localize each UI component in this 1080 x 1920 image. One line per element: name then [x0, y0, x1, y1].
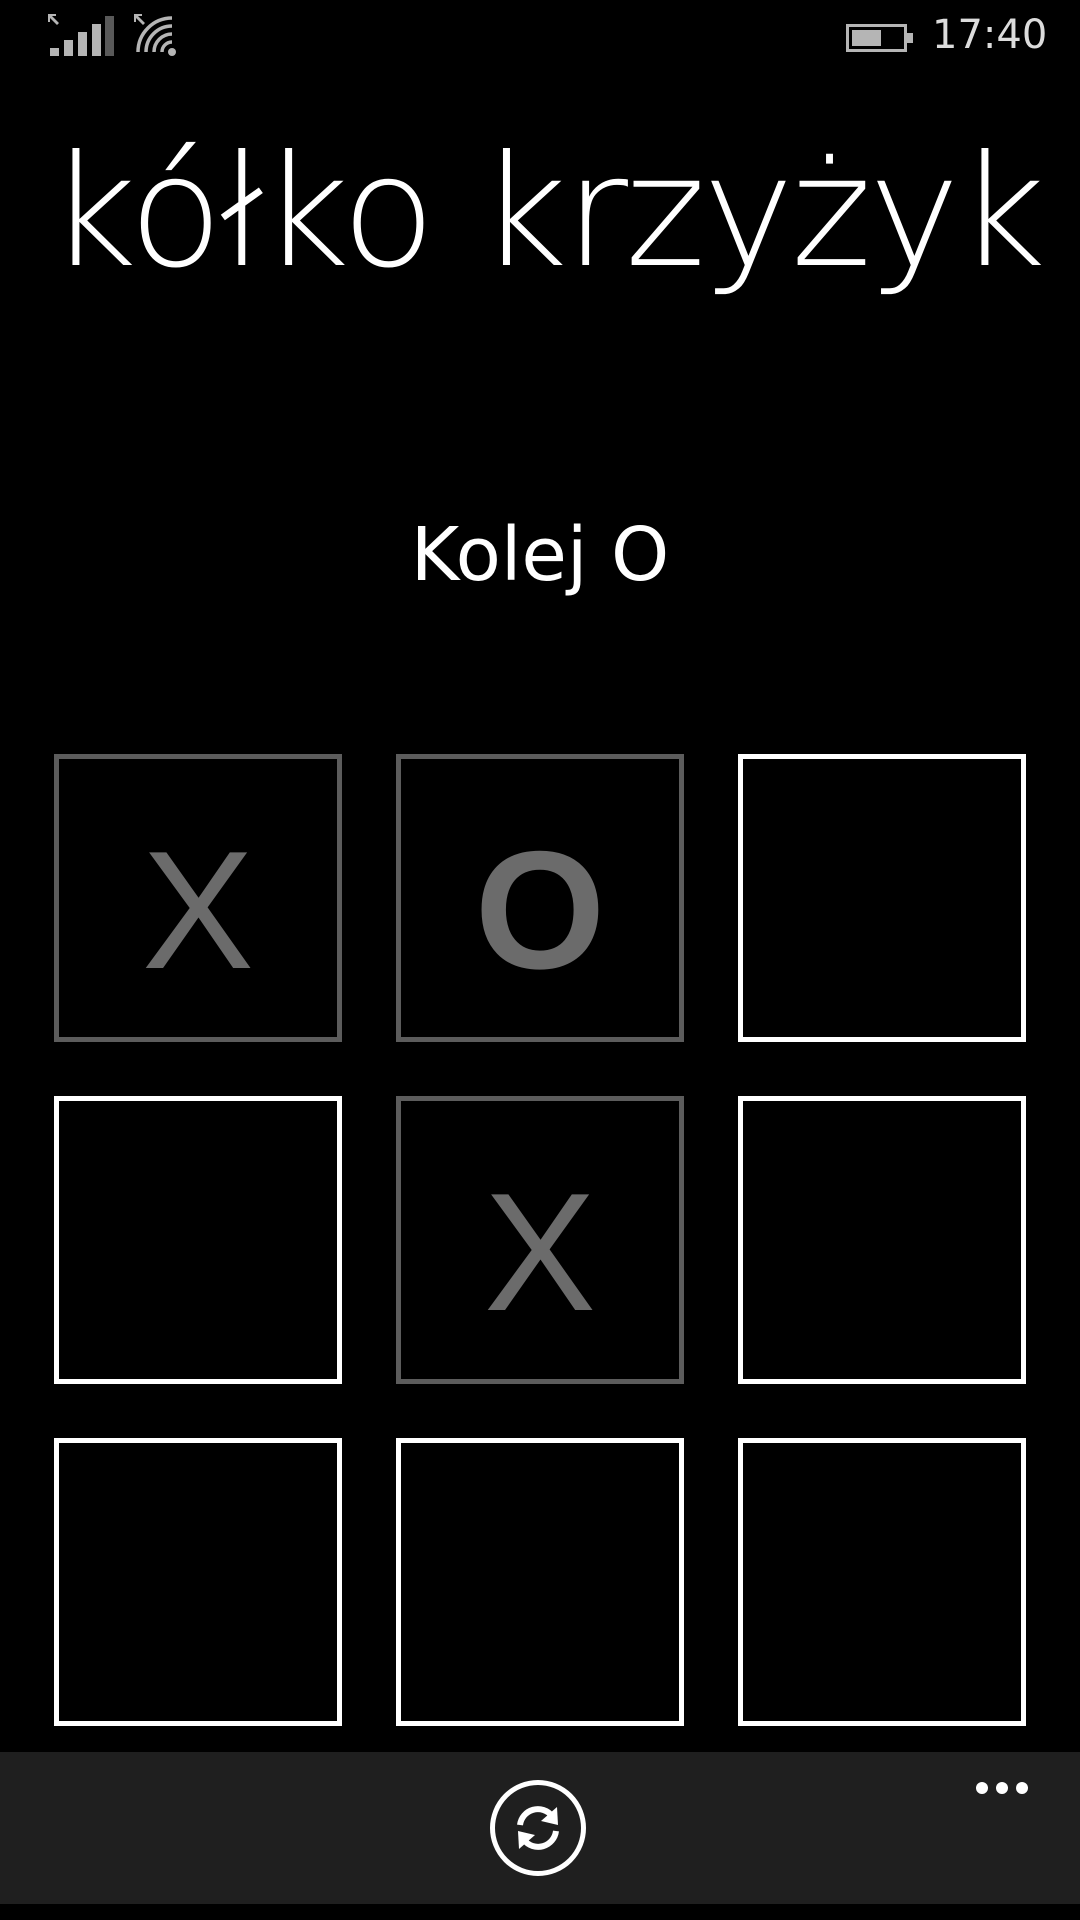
- cell-mark: [59, 1101, 337, 1379]
- board-cell-3-1[interactable]: [54, 1438, 342, 1726]
- board-cell-1-2[interactable]: O: [396, 754, 684, 1042]
- board-cell-2-1[interactable]: [54, 1096, 342, 1384]
- new-game-button[interactable]: [490, 1780, 586, 1876]
- cell-mark: X: [483, 1158, 597, 1346]
- board-cell-1-3[interactable]: [738, 754, 1026, 1042]
- cell-mark: O: [474, 816, 606, 1004]
- cell-mark: [743, 1443, 1021, 1721]
- more-options-button[interactable]: [968, 1772, 1058, 1802]
- status-time: 17:40: [932, 12, 1048, 58]
- more-icon: [996, 1782, 1008, 1794]
- cell-mark: [59, 1443, 337, 1721]
- cell-mark: [743, 1101, 1021, 1379]
- turn-indicator: Kolej O: [410, 512, 670, 598]
- cell-mark: [401, 1443, 679, 1721]
- app-title: kółko krzyżyk: [48, 123, 1046, 302]
- more-icon: [1016, 1782, 1028, 1794]
- game-board: X O X: [54, 754, 1026, 1726]
- cell-mark: X: [141, 816, 255, 1004]
- board-cell-3-3[interactable]: [738, 1438, 1026, 1726]
- board-cell-3-2[interactable]: [396, 1438, 684, 1726]
- app-bar: [0, 1752, 1080, 1904]
- refresh-icon: [517, 1806, 559, 1850]
- board-cell-1-1[interactable]: X: [54, 754, 342, 1042]
- board-cell-2-3[interactable]: [738, 1096, 1026, 1384]
- board-cell-2-2[interactable]: X: [396, 1096, 684, 1384]
- cell-mark: [743, 759, 1021, 1037]
- battery-icon: [846, 24, 913, 52]
- more-icon: [976, 1782, 988, 1794]
- signal-icon: [48, 14, 114, 56]
- status-bar: 17:40: [0, 0, 1080, 72]
- wifi-icon: [134, 14, 176, 56]
